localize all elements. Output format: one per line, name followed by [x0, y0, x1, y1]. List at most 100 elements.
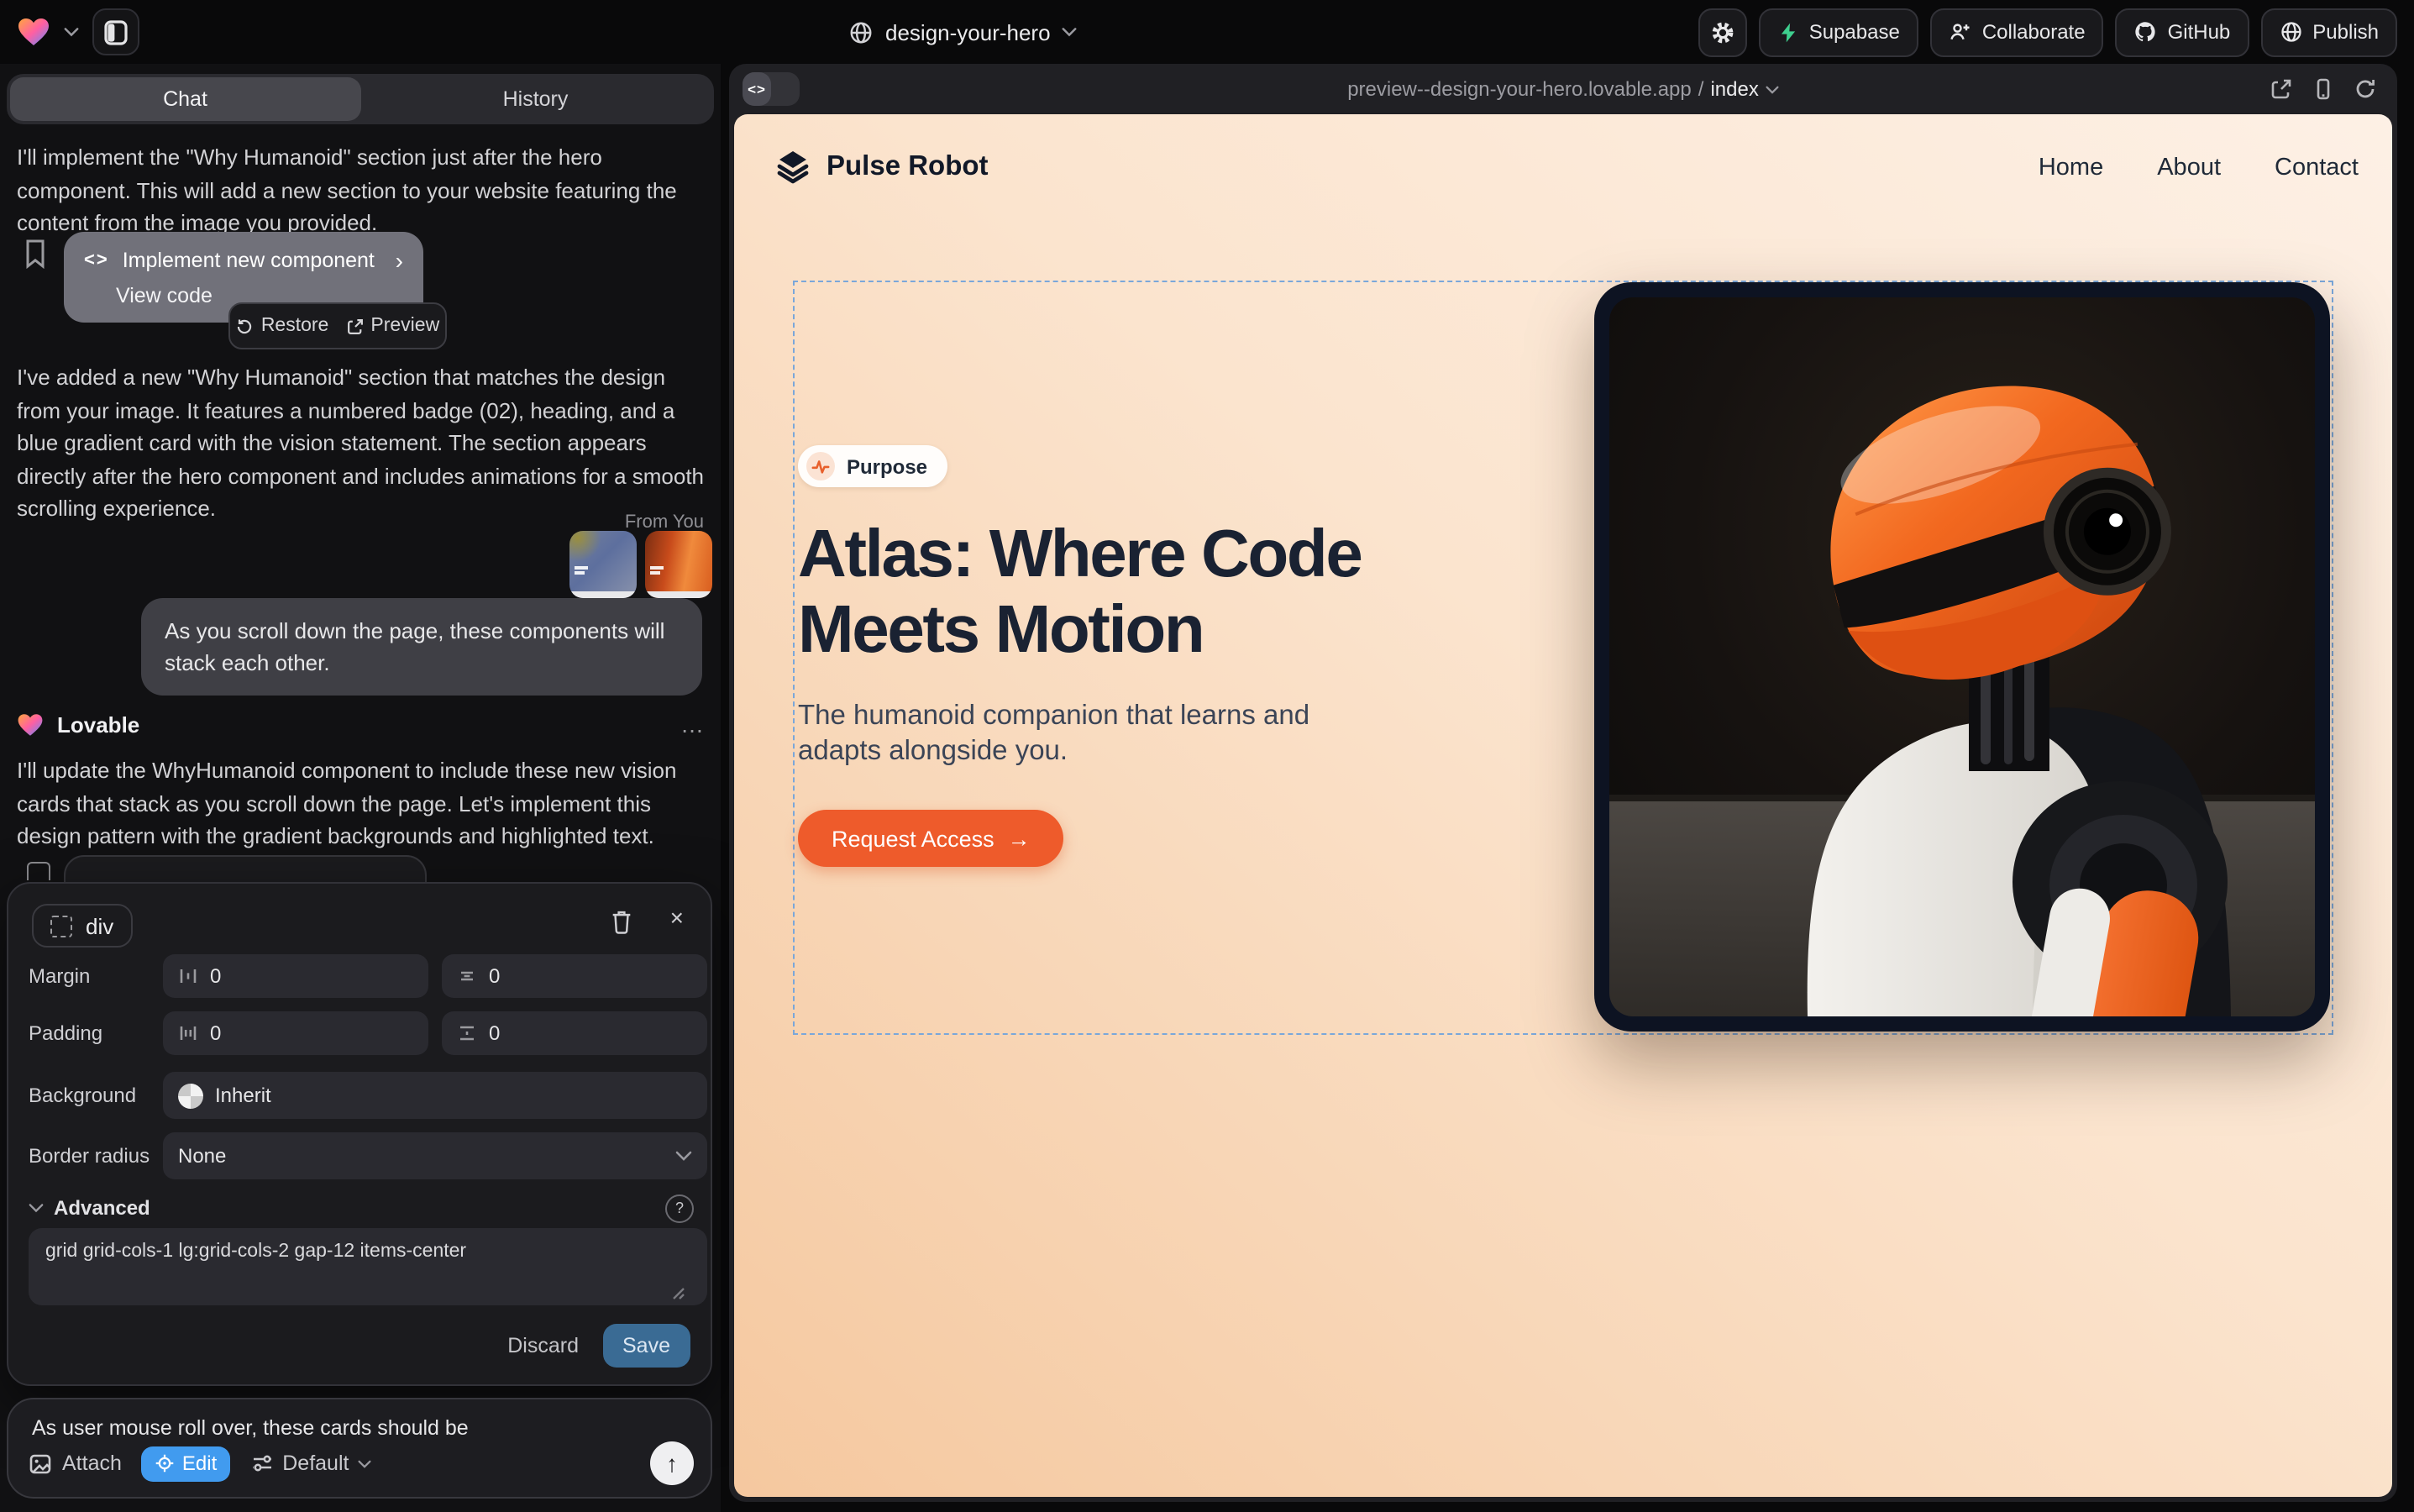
- nav-about[interactable]: About: [2157, 155, 2221, 181]
- chevron-down-icon: [675, 1151, 692, 1161]
- assistant-name: Lovable: [57, 711, 139, 737]
- margin-label: Margin: [29, 964, 90, 988]
- model-default-button[interactable]: Default: [250, 1452, 370, 1475]
- preview-toolbar: <> preview--design-your-hero.lovable.app…: [729, 64, 2397, 114]
- assistant-header: Lovable …: [17, 709, 706, 739]
- hero-heading: Atlas: Where Code Meets Motion: [798, 517, 1604, 669]
- target-icon: [155, 1453, 176, 1473]
- padding-label: Padding: [29, 1021, 102, 1045]
- preview-pane: <> preview--design-your-hero.lovable.app…: [729, 64, 2397, 1502]
- background-label: Background: [29, 1084, 136, 1107]
- preview-page: index: [1710, 77, 1758, 101]
- hero-subheading: The humanoid companion that learns and a…: [798, 699, 1369, 769]
- publish-globe-icon: [2279, 20, 2302, 44]
- margin-x-input[interactable]: 0: [163, 954, 428, 998]
- open-external-button[interactable]: [2270, 77, 2293, 101]
- element-box-icon: [50, 915, 72, 937]
- chat-composer[interactable]: As user mouse roll over, these cards sho…: [7, 1398, 712, 1499]
- chevron-down-icon: [29, 1203, 44, 1213]
- workspace-chevron-icon[interactable]: [64, 27, 79, 37]
- margin-y-input[interactable]: 0: [442, 954, 707, 998]
- settings-button[interactable]: [1698, 8, 1747, 56]
- chevron-down-icon: [1766, 85, 1779, 93]
- preview-url-bar[interactable]: preview--design-your-hero.lovable.app / …: [729, 64, 2397, 114]
- close-icon[interactable]: ×: [670, 904, 684, 931]
- publish-button[interactable]: Publish: [2260, 8, 2397, 56]
- color-swatch-icon: [178, 1083, 203, 1108]
- site-header: Pulse Robot Home About Contact: [734, 114, 2392, 222]
- refresh-button[interactable]: [2354, 77, 2377, 101]
- arrow-right-icon: →: [1008, 826, 1031, 851]
- top-bar: design-your-hero Supabase Co: [0, 0, 2414, 64]
- site-preview: Pulse Robot Home About Contact Purpose A…: [734, 114, 2392, 1497]
- preview-url: preview--design-your-hero.lovable.app: [1347, 77, 1692, 101]
- assistant-message: I'll update the WhyHumanoid component to…: [17, 754, 706, 853]
- discard-button[interactable]: Discard: [507, 1334, 579, 1357]
- request-access-button[interactable]: Request Access →: [798, 810, 1064, 867]
- github-button[interactable]: GitHub: [2116, 8, 2249, 56]
- purpose-badge: Purpose: [798, 445, 947, 487]
- supabase-icon: [1777, 21, 1799, 43]
- chat-panel: Chat History I'll implement the "Why Hum…: [0, 64, 721, 1512]
- element-tag: div: [86, 913, 113, 938]
- margin-x-icon: [178, 966, 198, 986]
- attach-image-icon: [29, 1451, 54, 1476]
- nav-home[interactable]: Home: [2039, 155, 2103, 181]
- user-message-bubble: As you scroll down the page, these compo…: [141, 598, 702, 696]
- lovable-logo-icon[interactable]: [17, 17, 50, 47]
- collaborate-button[interactable]: Collaborate: [1930, 8, 2104, 56]
- restore-button[interactable]: Restore: [236, 316, 329, 336]
- pulse-icon: [806, 452, 835, 480]
- chat-history-tabs: Chat History: [7, 74, 714, 124]
- project-menu[interactable]: design-your-hero: [848, 0, 1078, 64]
- external-link-icon: [345, 317, 364, 335]
- resize-handle-icon[interactable]: [672, 1287, 685, 1300]
- gear-icon: [1710, 19, 1735, 45]
- message-menu-icon[interactable]: …: [680, 711, 706, 738]
- component-card-title: Implement new component: [123, 249, 382, 272]
- border-radius-label: Border radius: [29, 1144, 150, 1168]
- site-logo[interactable]: Pulse Robot: [774, 148, 989, 185]
- attachment-thumbnail[interactable]: [645, 531, 712, 598]
- help-icon[interactable]: ?: [665, 1194, 694, 1222]
- background-input[interactable]: Inherit: [163, 1072, 707, 1119]
- selected-element-pill[interactable]: div: [32, 904, 132, 948]
- globe-icon: [848, 19, 874, 45]
- github-icon: [2134, 20, 2158, 44]
- supabase-button[interactable]: Supabase: [1759, 8, 1918, 56]
- collaborate-icon: [1949, 20, 1972, 44]
- padding-y-icon: [457, 1023, 477, 1043]
- tab-history[interactable]: History: [360, 77, 711, 121]
- restore-icon: [236, 317, 255, 335]
- bookmark-icon[interactable]: [24, 239, 47, 269]
- padding-x-input[interactable]: 0: [163, 1011, 428, 1055]
- send-button[interactable]: ↑: [650, 1441, 694, 1485]
- hero-robot-image: [1594, 282, 2330, 1032]
- border-radius-select[interactable]: None: [163, 1132, 707, 1179]
- project-chevron-icon: [1063, 27, 1078, 37]
- padding-y-input[interactable]: 0: [442, 1011, 707, 1055]
- sliders-icon: [250, 1452, 274, 1475]
- sidebar-toggle-button[interactable]: [92, 8, 139, 55]
- preview-button[interactable]: Preview: [345, 316, 439, 336]
- delete-element-button[interactable]: [610, 909, 633, 934]
- attach-button[interactable]: Attach: [29, 1451, 122, 1476]
- from-you-label: From You: [625, 512, 704, 533]
- element-inspector-panel: div × Margin 0 0 Padding 0 0: [7, 882, 712, 1386]
- advanced-classes-textarea[interactable]: grid grid-cols-1 lg:grid-cols-2 gap-12 i…: [29, 1228, 707, 1305]
- composer-input[interactable]: As user mouse roll over, these cards sho…: [32, 1416, 469, 1440]
- attachment-thumbnail[interactable]: [569, 531, 637, 598]
- save-button[interactable]: Save: [602, 1324, 690, 1368]
- padding-x-icon: [178, 1023, 198, 1043]
- assistant-message: I've added a new "Why Humanoid" section …: [17, 361, 706, 525]
- advanced-section-toggle[interactable]: Advanced ?: [29, 1194, 694, 1221]
- code-icon: <>: [84, 250, 109, 270]
- bookmark-icon: [27, 862, 50, 880]
- edit-mode-button[interactable]: Edit: [142, 1446, 230, 1481]
- nav-contact[interactable]: Contact: [2275, 155, 2359, 181]
- margin-y-icon: [457, 966, 477, 986]
- chevron-right-icon: ›: [396, 247, 403, 274]
- mobile-view-button[interactable]: [2312, 77, 2335, 101]
- project-name: design-your-hero: [885, 19, 1051, 45]
- tab-chat[interactable]: Chat: [10, 77, 360, 121]
